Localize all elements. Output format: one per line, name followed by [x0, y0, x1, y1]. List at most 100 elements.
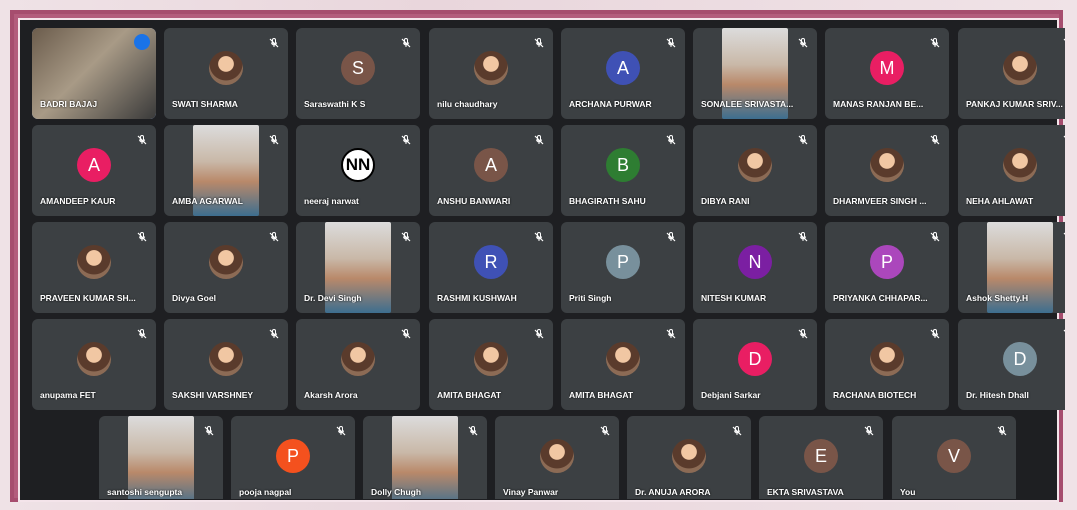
- participant-tile[interactable]: A ANSHU BANWARI: [429, 125, 553, 216]
- mic-off-icon: [268, 230, 280, 242]
- participant-tile[interactable]: Vinay Panwar: [495, 416, 619, 499]
- participant-tile[interactable]: NN neeraj narwat: [296, 125, 420, 216]
- participant-tile[interactable]: R RASHMI KUSHWAH: [429, 222, 553, 313]
- mic-off-icon: [731, 424, 743, 436]
- participant-name: Dolly Chugh: [371, 487, 422, 497]
- mic-off-icon: [797, 327, 809, 339]
- participant-name: BADRI BAJAJ: [40, 99, 98, 109]
- avatar-letter: N: [738, 245, 772, 279]
- participant-tile[interactable]: santoshi sengupta: [99, 416, 223, 499]
- mic-off-icon: [599, 424, 611, 436]
- participant-tile[interactable]: Dr. ANUJA ARORA: [627, 416, 751, 499]
- mic-off-icon: [533, 327, 545, 339]
- avatar-letter: R: [474, 245, 508, 279]
- participant-name: DIBYA RANI: [701, 196, 750, 206]
- mic-off-icon: [268, 36, 280, 48]
- participant-tile[interactable]: P Priti Singh: [561, 222, 685, 313]
- participant-tile[interactable]: PANKAJ KUMAR SRIV...: [958, 28, 1065, 119]
- participant-name: AMANDEEP KAUR: [40, 196, 116, 206]
- avatar-photo: [672, 439, 706, 473]
- participant-tile[interactable]: DIBYA RANI: [693, 125, 817, 216]
- participant-tile[interactable]: AMITA BHAGAT: [429, 319, 553, 410]
- participant-tile[interactable]: Divya Goel: [164, 222, 288, 313]
- participant-tile[interactable]: B BHAGIRATH SAHU: [561, 125, 685, 216]
- participant-tile[interactable]: AMITA BHAGAT: [561, 319, 685, 410]
- participant-name: PANKAJ KUMAR SRIV...: [966, 99, 1063, 109]
- speaking-indicator-icon: [134, 34, 150, 50]
- participant-name: Akarsh Arora: [304, 390, 358, 400]
- participant-name: RACHANA BIOTECH: [833, 390, 917, 400]
- participant-tile[interactable]: PRAVEEN KUMAR SH...: [32, 222, 156, 313]
- avatar-photo: [738, 148, 772, 182]
- avatar-letter: A: [77, 148, 111, 182]
- participant-name: BHAGIRATH SAHU: [569, 196, 646, 206]
- participant-tile[interactable]: M MANAS RANJAN BE...: [825, 28, 949, 119]
- participant-tile[interactable]: Akarsh Arora: [296, 319, 420, 410]
- mic-off-icon: [467, 424, 479, 436]
- participant-name: EKTA SRIVASTAVA: [767, 487, 844, 497]
- avatar-photo: [209, 51, 243, 85]
- participant-name: nilu chaudhary: [437, 99, 498, 109]
- participant-tile[interactable]: S Saraswathi K S: [296, 28, 420, 119]
- avatar-photo: [606, 342, 640, 376]
- avatar-photo: [341, 342, 375, 376]
- participant-name: santoshi sengupta: [107, 487, 183, 497]
- participant-tile[interactable]: N NITESH KUMAR: [693, 222, 817, 313]
- mic-off-icon: [533, 230, 545, 242]
- avatar-photo: [474, 51, 508, 85]
- participant-tile[interactable]: Dr. Devi Singh: [296, 222, 420, 313]
- mic-off-icon: [400, 36, 412, 48]
- mic-off-icon: [929, 327, 941, 339]
- participant-tile[interactable]: SWATI SHARMA: [164, 28, 288, 119]
- participant-tile[interactable]: V You: [892, 416, 1016, 499]
- participant-name: SWATI SHARMA: [172, 99, 238, 109]
- avatar-letter: E: [804, 439, 838, 473]
- participant-tile[interactable]: NEHA AHLAWAT: [958, 125, 1065, 216]
- avatar-photo: [77, 245, 111, 279]
- participant-tile[interactable]: RACHANA BIOTECH: [825, 319, 949, 410]
- participant-tile[interactable]: Ppooja nagpal: [231, 416, 355, 499]
- avatar-letter: P: [870, 245, 904, 279]
- mic-off-icon: [136, 133, 148, 145]
- participant-tile[interactable]: BADRI BAJAJ: [32, 28, 156, 119]
- avatar-letter: V: [937, 439, 971, 473]
- mic-off-icon: [533, 133, 545, 145]
- mic-off-icon: [863, 424, 875, 436]
- mic-off-icon: [400, 327, 412, 339]
- mic-off-icon: [797, 230, 809, 242]
- mic-off-icon: [400, 133, 412, 145]
- participant-tile[interactable]: anupama FET: [32, 319, 156, 410]
- participant-tile[interactable]: A ARCHANA PURWAR: [561, 28, 685, 119]
- participant-tile[interactable]: E EKTA SRIVASTAVA: [759, 416, 883, 499]
- participant-tile[interactable]: Dolly Chugh: [363, 416, 487, 499]
- participant-tile[interactable]: P PRIYANKA CHHAPAR...: [825, 222, 949, 313]
- participant-name: PRAVEEN KUMAR SH...: [40, 293, 136, 303]
- mic-off-icon: [665, 230, 677, 242]
- participant-tile[interactable]: SONALEE SRIVASTA...: [693, 28, 817, 119]
- avatar-photo: [209, 342, 243, 376]
- participant-name: SAKSHI VARSHNEY: [172, 390, 254, 400]
- participant-tile[interactable]: AMBA AGARWAL: [164, 125, 288, 216]
- participant-name: RASHMI KUSHWAH: [437, 293, 517, 303]
- mic-off-icon: [929, 36, 941, 48]
- mic-off-icon: [268, 133, 280, 145]
- participant-tile[interactable]: A AMANDEEP KAUR: [32, 125, 156, 216]
- participant-tile[interactable]: D Dr. Hitesh Dhall: [958, 319, 1065, 410]
- participant-name: PRIYANKA CHHAPAR...: [833, 293, 928, 303]
- participant-tile[interactable]: D Debjani Sarkar: [693, 319, 817, 410]
- participant-tile[interactable]: SAKSHI VARSHNEY: [164, 319, 288, 410]
- participant-name: ANSHU BANWARI: [437, 196, 511, 206]
- mic-off-icon: [533, 36, 545, 48]
- participant-tile[interactable]: nilu chaudhary: [429, 28, 553, 119]
- mic-off-icon: [136, 327, 148, 339]
- mic-off-icon: [929, 133, 941, 145]
- participant-tile[interactable]: Ashok Shetty.H: [958, 222, 1065, 313]
- participant-name: Divya Goel: [172, 293, 216, 303]
- mic-off-icon: [203, 424, 215, 436]
- participant-tile[interactable]: DHARMVEER SINGH ...: [825, 125, 949, 216]
- avatar-photo: [870, 148, 904, 182]
- mic-off-icon: [929, 230, 941, 242]
- mic-off-icon: [665, 36, 677, 48]
- mic-off-icon: [1062, 133, 1065, 145]
- participant-name: neeraj narwat: [304, 196, 359, 206]
